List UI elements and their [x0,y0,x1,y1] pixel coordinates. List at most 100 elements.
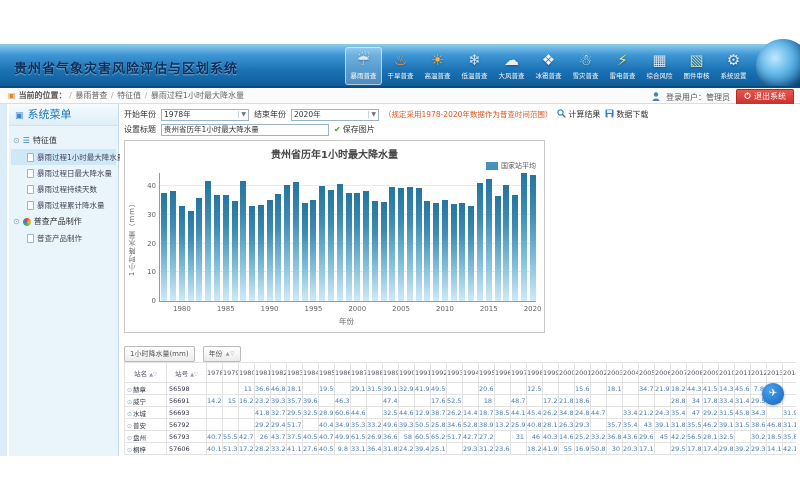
year-header[interactable]: 1995 [479,363,495,383]
user-icon [652,92,660,103]
year-header[interactable]: 2002 [591,363,607,383]
toolbar-item-high-temp-survey[interactable]: ☀高温普查 [419,47,456,85]
table-row[interactable]: ⊙普安5679229.229.451.740.434.935.333.249.6… [125,419,797,431]
year-header[interactable]: 1983 [287,363,303,383]
year-header[interactable]: 1984 [303,363,319,383]
year-header[interactable]: 1991 [415,363,431,383]
row-expand-icon[interactable]: ⊙ [127,435,132,442]
value-cell: 46.2 [703,419,719,431]
value-cell: 32.9 [399,383,415,395]
year-header[interactable]: 1993 [447,363,463,383]
station-id-header[interactable]: 站号 ▲▽ [167,363,207,383]
table-row[interactable]: ⊙威宁5669114.21516.223.239.335.739.646.347… [125,395,797,407]
start-year-select[interactable]: 1978年 ▼ [161,109,249,121]
document-icon [27,234,34,243]
toolbar-item-rainstorm-survey[interactable]: ☔暴雨普查 [345,47,382,85]
sidebar-collapse-rail[interactable] [0,104,8,456]
year-header[interactable]: 1988 [367,363,383,383]
value-cell: 46.8 [767,419,783,431]
year-header[interactable]: 1992 [431,363,447,383]
year-header[interactable]: 1990 [399,363,415,383]
table-row[interactable]: ⊙赫章565981136.646.818.119.529.131.539.132… [125,383,797,395]
year-header[interactable]: 2004 [623,363,639,383]
value-cell [239,419,255,431]
year-sort-button[interactable]: 年份 ▲▽ [203,346,242,362]
toolbar-item-map-review[interactable]: ▧图件审核 [678,47,715,85]
value-cell: 44.3 [687,383,703,395]
year-header[interactable]: 1979 [223,363,239,383]
year-header[interactable]: 2013 [767,363,783,383]
toolbar-item-composite-risk[interactable]: ▦综合风险 [641,47,678,85]
end-year-select[interactable]: 2020年 ▼ [291,109,379,121]
year-header[interactable]: 1994 [463,363,479,383]
row-expand-icon[interactable]: ⊙ [127,423,132,430]
year-header[interactable]: 1997 [511,363,527,383]
year-header[interactable]: 2011 [735,363,751,383]
year-header[interactable]: 2006 [655,363,671,383]
year-header[interactable]: 2005 [639,363,655,383]
calculate-button[interactable]: 计算结果 [557,109,600,120]
assistant-float-button[interactable]: ✈ [762,383,784,405]
sidebar-group[interactable]: ⊙普查产品制作 [11,213,116,230]
breadcrumb-item[interactable]: 暴雨过程1小时最大降水量 [151,91,244,100]
year-header[interactable]: 2014 [783,363,797,383]
chart-bar [389,187,395,301]
row-expand-icon[interactable]: ⊙ [127,447,132,454]
year-header[interactable]: 2007 [671,363,687,383]
toolbar-item-gale-survey[interactable]: ☁大风普查 [493,47,530,85]
station-name-header[interactable]: 站名 ▲▽ [125,363,167,383]
sidebar-item[interactable]: 暴雨过程持续天数 [11,181,116,197]
chart-legend[interactable]: 国家站平均 [486,161,536,171]
year-header[interactable]: 1982 [271,363,287,383]
station-name: 盘州 [133,434,146,442]
value-cell: 29.3 [463,443,479,455]
value-cell: 20.6 [479,383,495,395]
year-header[interactable]: 1985 [319,363,335,383]
year-header[interactable]: 2001 [575,363,591,383]
year-header[interactable]: 1978 [207,363,223,383]
row-expand-icon[interactable]: ⊙ [127,387,132,394]
year-header[interactable]: 1998 [527,363,543,383]
sidebar-item[interactable]: 暴雨过程日最大降水量 [11,165,116,181]
value-filter-button[interactable]: 1小时降水量(mm) [124,346,195,362]
year-header[interactable]: 1981 [255,363,271,383]
toolbar-item-low-temp-survey[interactable]: ❄低温普查 [456,47,493,85]
year-header[interactable]: 1987 [351,363,367,383]
year-header[interactable]: 1996 [495,363,511,383]
row-expand-icon[interactable]: ⊙ [127,399,132,406]
toolbar-item-lightning-survey[interactable]: ⚡雷电普查 [604,47,641,85]
sidebar-item[interactable]: 暴雨过程1小时最大降水量 [11,149,116,165]
value-cell: 23.6 [495,443,511,455]
table-row[interactable]: ⊙盘州5679340.755.542.72643.737.540.540.749… [125,431,797,443]
toolbar-item-hail-survey[interactable]: ❖冰雹普查 [530,47,567,85]
breadcrumb-item[interactable]: 特征值 [117,91,141,100]
breadcrumb-item[interactable]: 暴雨普查 [75,91,107,100]
year-header[interactable]: 2008 [687,363,703,383]
download-button[interactable]: 数据下载 [605,109,648,120]
chart-title-input[interactable] [161,124,329,136]
year-header[interactable]: 2010 [719,363,735,383]
tree-toggle-icon[interactable]: ⊙ [13,136,20,145]
toolbar-item-system-settings[interactable]: ⚙系统设置 [715,47,752,85]
year-header[interactable]: 1989 [383,363,399,383]
logout-button[interactable]: 退出系统 [736,89,794,105]
chart-bar [223,195,229,301]
toolbar-item-snow-survey[interactable]: ☃雪灾普查 [567,47,604,85]
value-cell: 65.2 [431,431,447,443]
sidebar-group[interactable]: ⊙☰特征值 [11,132,116,149]
table-row[interactable]: ⊙水城5669341.832.729.532.528.960.644.632.5… [125,407,797,419]
row-expand-icon[interactable]: ⊙ [127,411,132,418]
year-header[interactable]: 2000 [559,363,575,383]
save-image-button[interactable]: ✔ 保存图片 [334,124,375,135]
year-header[interactable]: 2012 [751,363,767,383]
toolbar-item-drought-survey[interactable]: ♨干旱普查 [382,47,419,85]
sidebar-item[interactable]: 暴雨过程累计降水量 [11,197,116,213]
year-header[interactable]: 1999 [543,363,559,383]
year-header[interactable]: 1986 [335,363,351,383]
year-header[interactable]: 2009 [703,363,719,383]
tree-toggle-icon[interactable]: ⊙ [13,217,20,226]
table-row[interactable]: ⊙桐梓5760640.151.317.228.233.241.127.640.5… [125,443,797,455]
year-header[interactable]: 1980 [239,363,255,383]
sidebar-item[interactable]: 普查产品制作 [11,230,116,246]
year-header[interactable]: 2003 [607,363,623,383]
